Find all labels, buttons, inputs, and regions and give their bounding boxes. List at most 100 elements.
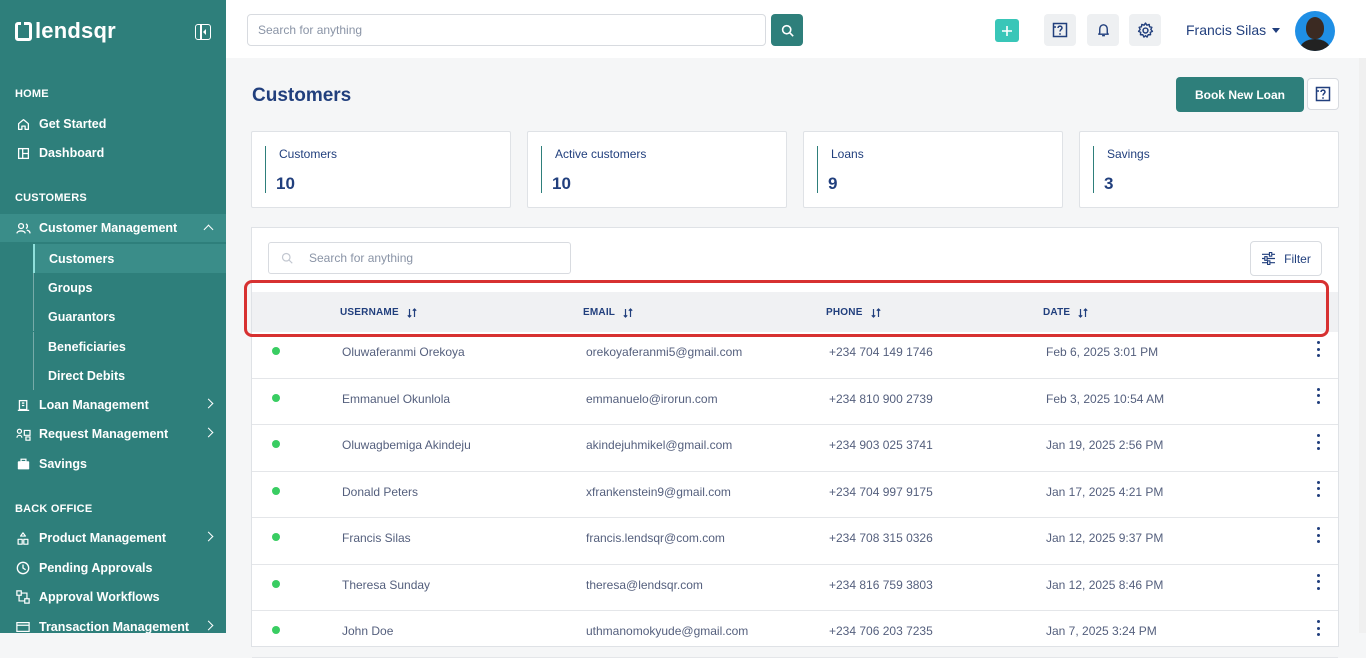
book-new-loan-button[interactable]: Book New Loan	[1176, 77, 1304, 112]
settings-button[interactable]	[1129, 14, 1161, 46]
sidebar-subitem-guarantors[interactable]: Guarantors	[33, 302, 226, 331]
row-more-icon[interactable]	[1316, 527, 1320, 543]
stat-value: 10	[276, 174, 295, 193]
top-bar: Search for anything Francis Silas	[226, 0, 1366, 58]
column-header-email[interactable]: EMAIL	[583, 307, 633, 318]
table-search-input[interactable]: Search for anything	[268, 242, 571, 274]
row-more-icon[interactable]	[1316, 434, 1320, 450]
add-button[interactable]	[995, 19, 1019, 42]
cell-phone: +234 704 149 1746	[829, 345, 933, 359]
avatar[interactable]	[1295, 11, 1335, 51]
user-menu[interactable]: Francis Silas	[1186, 22, 1281, 38]
help-icon	[1052, 22, 1068, 38]
table-row[interactable]: Francis Silas francis.lendsqr@com.com +2…	[252, 518, 1338, 565]
sidebar-item-label: Loan Management	[39, 398, 149, 412]
sidebar-item-customer-management[interactable]: Customer Management	[0, 214, 226, 242]
column-header-username[interactable]: USERNAME	[340, 307, 417, 318]
row-more-icon[interactable]	[1316, 387, 1320, 404]
status-dot	[272, 347, 280, 355]
bell-icon	[1097, 24, 1109, 37]
table-row[interactable]: John Doe uthmanomokyude@gmail.com +234 7…	[252, 611, 1338, 658]
page-scrollbar[interactable]	[1359, 58, 1366, 633]
sidebar-subitem-groups[interactable]: Groups	[33, 273, 226, 302]
status-dot	[272, 393, 280, 402]
plus-icon	[1002, 25, 1012, 36]
cell-email: theresa@lendsqr.com	[586, 577, 703, 592]
cell-username: Donald Peters	[342, 484, 419, 499]
table-row[interactable]: Theresa Sunday theresa@lendsqr.com +234 …	[252, 565, 1338, 611]
caret-down-icon	[1272, 27, 1281, 33]
table-row[interactable]: Oluwagbemiga Akindeju akindejuhmikel@gma…	[252, 425, 1338, 472]
row-more-icon[interactable]	[1316, 341, 1320, 357]
page-title: Customers	[252, 85, 352, 106]
logo-icon	[15, 21, 32, 41]
column-header-phone[interactable]: PHONE	[826, 307, 881, 318]
cell-username: Oluwaferanmi Orekoya	[342, 345, 465, 359]
stat-label: Customers	[279, 147, 338, 161]
sidebar-item-label: Request Management	[39, 427, 169, 441]
filter-button[interactable]: Filter	[1250, 241, 1322, 276]
sidebar-subitem-direct-debits[interactable]: Direct Debits	[33, 361, 226, 390]
collapse-sidebar-icon[interactable]	[195, 24, 211, 40]
sidebar-item-pending-approvals[interactable]: Pending Approvals	[0, 554, 226, 582]
sidebar-item-approval-workflows[interactable]: Approval Workflows	[0, 583, 226, 611]
notifications-button[interactable]	[1087, 14, 1119, 46]
sidebar-item-dashboard[interactable]: Dashboard	[0, 139, 226, 167]
stat-card-loans: Loans 9	[803, 131, 1063, 208]
cell-phone: +234 704 997 9175	[829, 484, 933, 499]
stat-label: Loans	[831, 147, 864, 161]
cell-phone: +234 706 203 7235	[829, 624, 933, 638]
section-customers: CUSTOMERS	[15, 192, 87, 204]
lendsqr-logo[interactable]: lendsqr	[15, 18, 116, 44]
sidebar-item-request-management[interactable]: Request Management	[0, 420, 226, 448]
sidebar-item-get-started[interactable]: Get Started	[0, 110, 226, 138]
chevron-up-icon	[203, 224, 214, 235]
table-row[interactable]: Donald Peters xfrankenstein9@gmail.com +…	[252, 472, 1338, 518]
table-row[interactable]: Oluwaferanmi Orekoya orekoyaferanmi5@gma…	[252, 332, 1338, 379]
stat-card-active-customers: Active customers 10	[527, 131, 787, 208]
chevron-right-icon	[203, 531, 214, 542]
sidebar-subitem-customers[interactable]: Customers	[33, 244, 226, 273]
filter-label: Filter	[1284, 251, 1311, 266]
stat-value: 10	[552, 174, 571, 193]
cell-email: uthmanomokyude@gmail.com	[586, 624, 749, 638]
section-home: HOME	[15, 88, 49, 100]
sidebar-item-product-management[interactable]: Product Management	[0, 524, 226, 552]
row-more-icon[interactable]	[1316, 480, 1320, 497]
stat-card-savings: Savings 3	[1079, 131, 1339, 208]
sidebar-item-label: Transaction Management	[39, 620, 190, 633]
cell-username: Theresa Sunday	[342, 577, 431, 592]
row-more-icon[interactable]	[1316, 573, 1320, 590]
bank-icon	[15, 397, 31, 413]
page-help-button[interactable]	[1307, 78, 1339, 110]
chevron-right-icon	[203, 620, 214, 631]
sidebar-item-savings[interactable]: Savings	[0, 450, 226, 478]
table-row[interactable]: Emmanuel Okunlola emmanuelo@irorun.com +…	[252, 379, 1338, 425]
request-icon	[15, 426, 31, 442]
stat-value: 9	[828, 174, 838, 193]
sort-icon	[623, 307, 633, 318]
section-back-office: BACK OFFICE	[15, 503, 93, 515]
status-dot	[272, 533, 280, 541]
status-dot	[272, 579, 280, 588]
product-icon	[15, 530, 31, 546]
clock-icon	[15, 560, 31, 576]
sidebar-item-label: Savings	[39, 457, 87, 471]
help-button[interactable]	[1044, 14, 1076, 46]
sidebar: lendsqr HOME Get Started Dashboard CUSTO…	[0, 0, 226, 633]
column-header-date[interactable]: DATE	[1043, 307, 1088, 318]
cell-date: Jan 12, 2025 9:37 PM	[1046, 531, 1164, 545]
sidebar-item-loan-management[interactable]: Loan Management	[0, 391, 226, 419]
sort-icon	[407, 307, 417, 318]
search-button[interactable]	[771, 14, 803, 46]
row-more-icon[interactable]	[1316, 620, 1320, 636]
search-icon	[781, 24, 794, 37]
column-label: PHONE	[826, 307, 863, 318]
sidebar-item-transaction-management[interactable]: Transaction Management	[0, 613, 226, 633]
cell-phone: +234 708 315 0326	[829, 531, 933, 545]
chevron-right-icon	[203, 427, 214, 438]
global-search-input[interactable]: Search for anything	[247, 14, 766, 46]
column-label: DATE	[1043, 307, 1071, 318]
sidebar-item-label: Customer Management	[39, 221, 178, 235]
sidebar-subitem-beneficiaries[interactable]: Beneficiaries	[33, 332, 226, 361]
